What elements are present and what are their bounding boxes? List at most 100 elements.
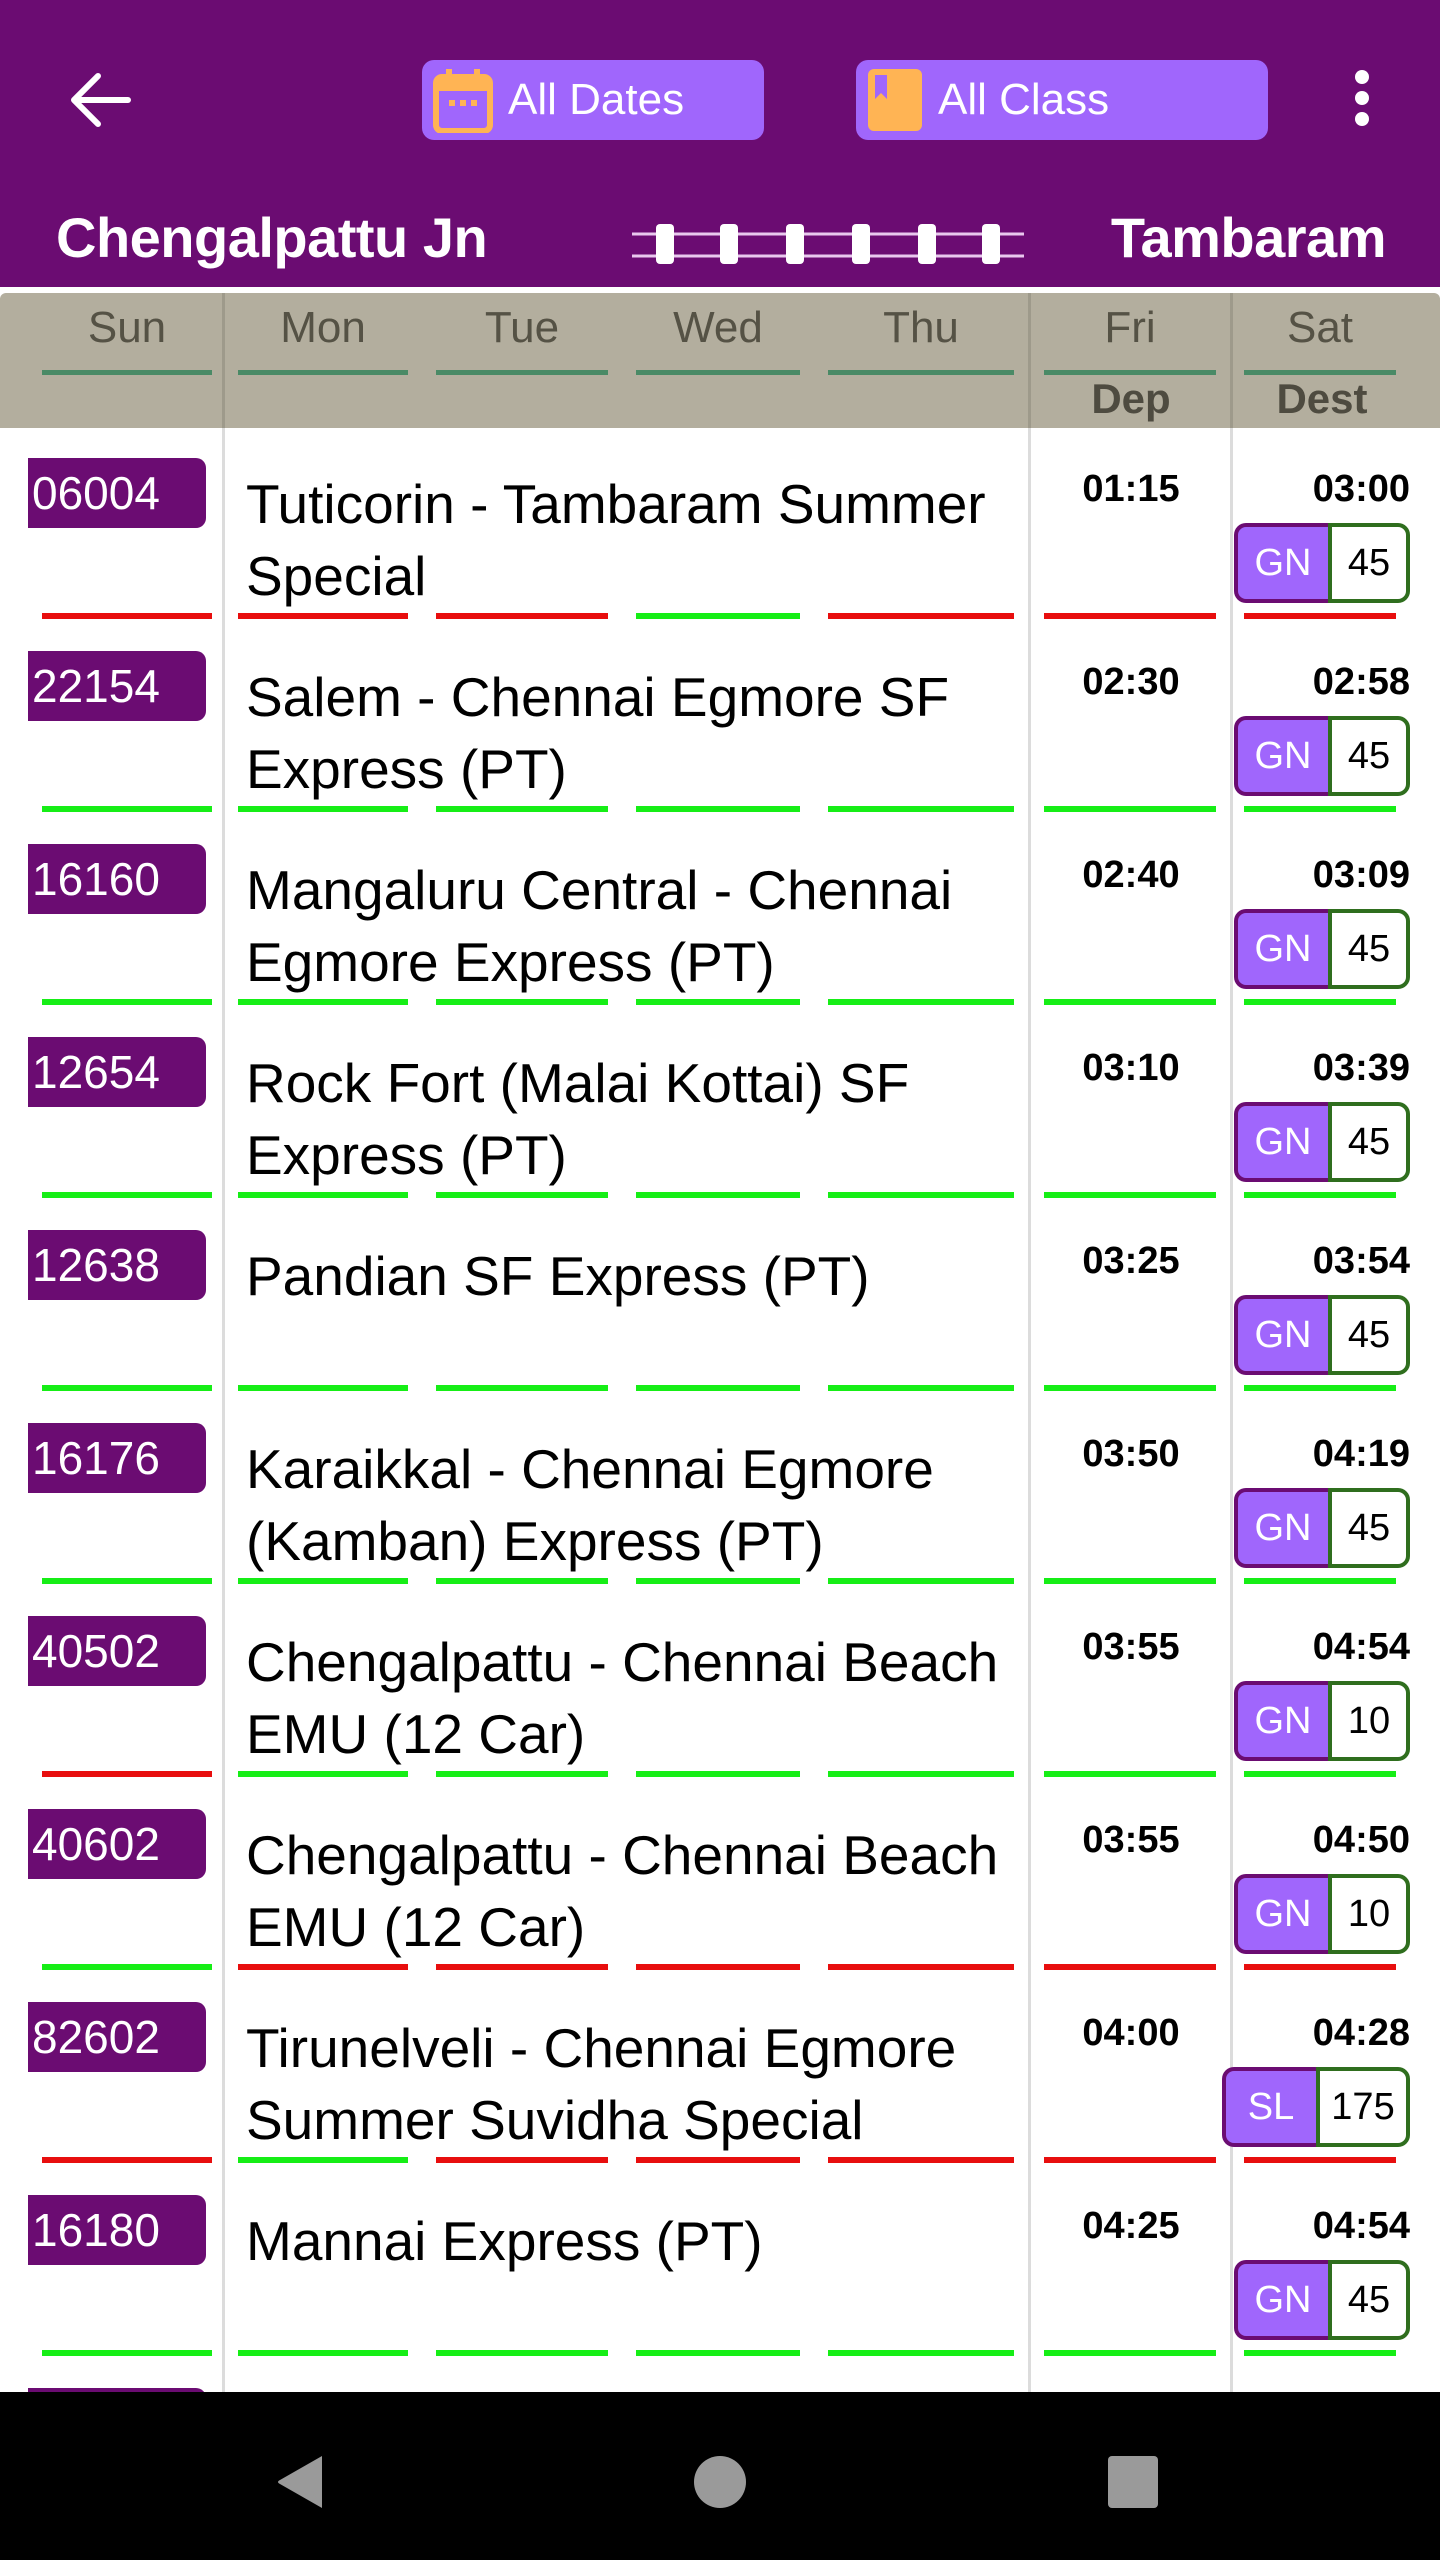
train-row[interactable]: 22154 Salem - Chennai Egmore SF Express (… <box>0 621 1440 814</box>
all-dates-button[interactable]: All Dates <box>422 60 764 140</box>
departure-time: 03:25 <box>1082 1240 1180 1282</box>
departure-time: 04:25 <box>1082 2205 1180 2247</box>
run-day-indicator-tue <box>436 1964 608 1970</box>
all-dates-label: All Dates <box>508 75 685 124</box>
train-row[interactable]: 16160 Mangaluru Central - Chennai Egmore … <box>0 814 1440 1007</box>
column-divider <box>222 293 225 428</box>
column-divider <box>1230 1007 1233 1200</box>
run-day-indicator-sun <box>42 1578 212 1584</box>
run-day-indicator-mon <box>238 999 408 1005</box>
day-header-thu: Thu <box>883 303 959 352</box>
run-day-indicator-thu <box>828 1771 1014 1777</box>
class-code: GN <box>1234 716 1328 796</box>
all-class-button[interactable]: All Class <box>856 60 1268 140</box>
train-number-badge: 82602 <box>28 2002 206 2072</box>
train-row[interactable]: 16176 Karaikkal - Chennai Egmore (Kamban)… <box>0 1393 1440 1586</box>
arrival-time: 04:50 <box>1312 1819 1410 1861</box>
train-row[interactable]: 12654 Rock Fort (Malai Kottai) SF Express… <box>0 1007 1440 1200</box>
nav-home-button[interactable] <box>680 2442 760 2522</box>
run-day-indicator-fri <box>1044 806 1216 812</box>
back-button[interactable] <box>60 62 140 138</box>
day-underline <box>238 370 408 375</box>
run-day-indicator-sat <box>1244 613 1396 619</box>
class-availability-badge[interactable]: GN 45 <box>1234 1102 1410 1182</box>
run-day-indicator-fri <box>1044 999 1216 1005</box>
more-menu-button[interactable] <box>1340 62 1384 134</box>
column-divider <box>1230 621 1233 814</box>
day-header-sat: Sat <box>1286 303 1354 352</box>
run-day-indicator-tue <box>436 1385 608 1391</box>
train-name: Pandian SF Express (PT) <box>246 1245 870 1307</box>
column-divider <box>222 1586 225 1779</box>
departure-time: 03:55 <box>1082 1626 1180 1668</box>
class-code: GN <box>1234 1874 1328 1954</box>
column-divider <box>1230 2165 1233 2358</box>
run-day-indicator-tue <box>436 2350 608 2356</box>
train-row[interactable]: 16180 Mannai Express (PT) 04:25 04:54 GN 45 <box>0 2165 1440 2358</box>
class-availability-badge[interactable]: SL 175 <box>1222 2067 1410 2147</box>
run-day-indicator-sat <box>1244 2350 1396 2356</box>
all-class-label: All Class <box>938 75 1110 124</box>
run-day-indicator-thu <box>828 1192 1014 1198</box>
class-availability-badge[interactable]: GN 45 <box>1234 909 1410 989</box>
column-divider <box>1028 1972 1031 2165</box>
day-header-tue: Tue <box>484 303 560 352</box>
class-availability-badge[interactable]: GN 45 <box>1234 716 1410 796</box>
run-day-indicator-sun <box>42 806 212 812</box>
seat-count: 175 <box>1316 2067 1410 2147</box>
class-code: SL <box>1222 2067 1316 2147</box>
nav-back-button[interactable] <box>260 2442 340 2522</box>
rail-track-icon <box>632 224 1024 264</box>
nav-recents-icon <box>1108 2456 1158 2508</box>
seat-count: 45 <box>1328 1295 1410 1375</box>
day-underline <box>436 370 608 375</box>
run-day-indicator-tue <box>436 1192 608 1198</box>
system-nav-bar <box>0 2392 1440 2560</box>
column-divider <box>1028 2358 1031 2392</box>
column-divider <box>1028 814 1031 1007</box>
nav-recents-button[interactable] <box>1093 2442 1173 2522</box>
train-row[interactable]: 40602 Chengalpattu - Chennai Beach EMU (1… <box>0 1779 1440 1972</box>
arrival-time: 04:54 <box>1312 2205 1410 2247</box>
run-day-indicator-sun <box>42 1192 212 1198</box>
class-availability-badge[interactable]: GN 45 <box>1234 1488 1410 1568</box>
class-availability-badge[interactable]: GN 10 <box>1234 1681 1410 1761</box>
run-day-indicator-tue <box>436 2157 608 2163</box>
run-day-indicator-wed <box>636 806 800 812</box>
train-row[interactable] <box>0 2358 1440 2392</box>
class-availability-badge[interactable]: GN 45 <box>1234 1295 1410 1375</box>
column-divider <box>222 621 225 814</box>
app-header: All Dates All Class Chengalpattu Jn Tamb… <box>0 0 1440 287</box>
table-header: Sun Mon Tue Wed Thu Fri Sat Dep Dest <box>0 293 1440 428</box>
bookmark-book-icon <box>866 67 924 133</box>
day-header-mon: Mon <box>280 303 366 352</box>
departure-time: 02:30 <box>1082 661 1180 703</box>
seat-count: 45 <box>1328 1488 1410 1568</box>
train-number-badge: 12654 <box>28 1037 206 1107</box>
train-row[interactable]: 12638 Pandian SF Express (PT) 03:25 03:54 GN… <box>0 1200 1440 1393</box>
arrival-time: 03:39 <box>1312 1047 1410 1089</box>
class-code: GN <box>1234 523 1328 603</box>
run-day-indicator-sat <box>1244 2157 1396 2163</box>
run-day-indicator-mon <box>238 1964 408 1970</box>
train-list[interactable]: 06004 Tuticorin - Tambaram Summer Special… <box>0 428 1440 2392</box>
arrival-time: 04:19 <box>1312 1433 1410 1475</box>
arrival-time: 03:00 <box>1312 468 1410 510</box>
train-name: Mangaluru Central - Chennai Egmore Expre… <box>246 859 953 993</box>
run-day-indicator-fri <box>1044 2157 1216 2163</box>
run-day-indicator-thu <box>828 2157 1014 2163</box>
train-row[interactable]: 06004 Tuticorin - Tambaram Summer Special… <box>0 428 1440 621</box>
class-availability-badge[interactable]: GN 45 <box>1234 2260 1410 2340</box>
run-day-indicator-wed <box>636 1385 800 1391</box>
column-divider <box>1028 293 1031 428</box>
run-day-indicator-tue <box>436 806 608 812</box>
run-day-indicator-mon <box>238 1578 408 1584</box>
day-header-fri: Fri <box>1104 303 1156 352</box>
class-availability-badge[interactable]: GN 45 <box>1234 523 1410 603</box>
column-divider <box>1028 1007 1031 1200</box>
nav-home-icon <box>694 2456 746 2508</box>
class-availability-badge[interactable]: GN 10 <box>1234 1874 1410 1954</box>
train-row[interactable]: 40502 Chengalpattu - Chennai Beach EMU (1… <box>0 1586 1440 1779</box>
train-number-badge: 12638 <box>28 1230 206 1300</box>
train-row[interactable]: 82602 Tirunelveli - Chennai Egmore Summer… <box>0 1972 1440 2165</box>
